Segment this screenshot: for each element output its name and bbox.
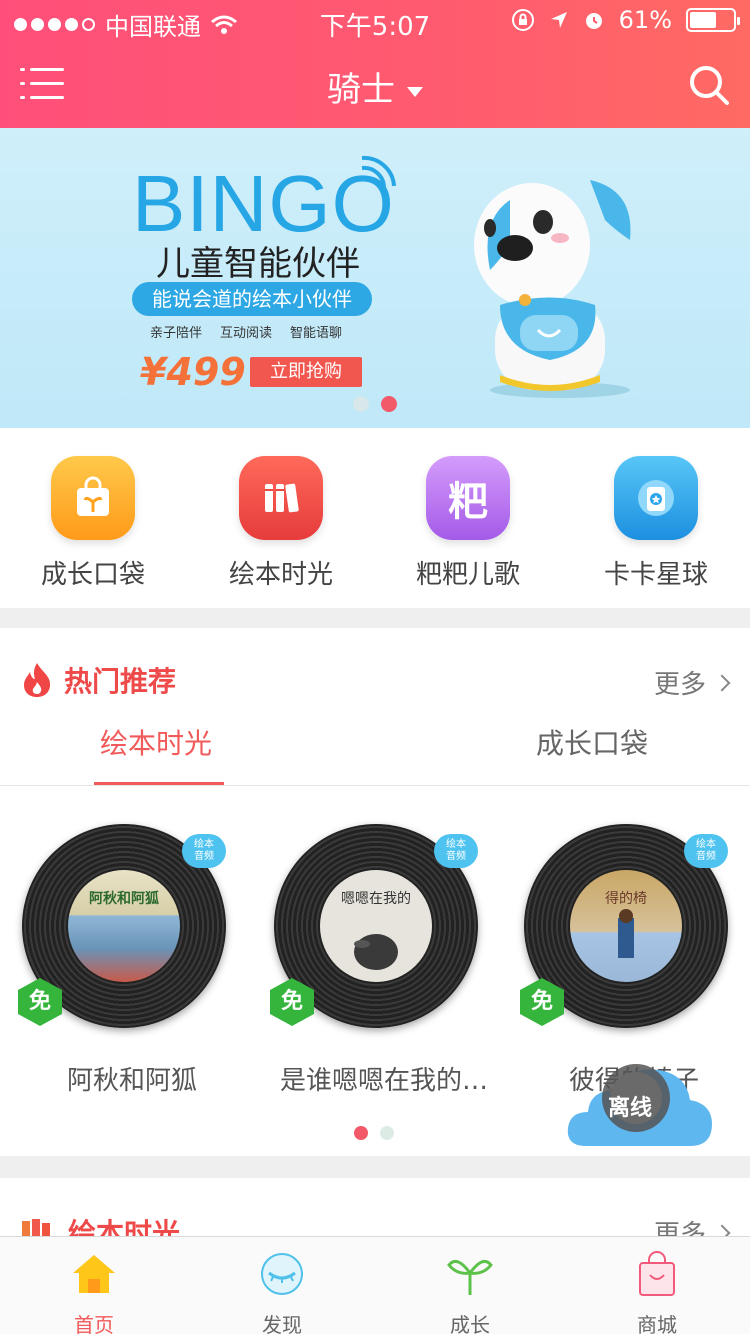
shopping-bag-sprout-icon <box>51 456 135 540</box>
tab-growth[interactable]: 成长 <box>410 1251 530 1334</box>
card-star-icon <box>614 456 698 540</box>
book-cover: 阿秋和阿狐 <box>68 870 180 982</box>
pager-dot-active[interactable] <box>381 396 397 412</box>
status-bar: 中国联通 下午5:07 61% <box>0 0 750 42</box>
child-illustration <box>618 909 634 958</box>
offline-label: 离线 <box>608 1096 653 1121</box>
tab-picture-books[interactable]: 绘本时光 <box>100 722 212 762</box>
pager-dot[interactable] <box>353 396 369 412</box>
ba-character-icon: 粑 <box>426 456 510 540</box>
battery-percent: 61% <box>618 6 672 34</box>
signal-arcs-icon <box>361 155 396 189</box>
rotation-lock-icon <box>511 9 534 31</box>
quick-entry-growth-pocket[interactable]: 成长口袋 <box>23 456 163 591</box>
tab-label: 发现 <box>262 1313 302 1334</box>
quick-entries: 成长口袋 绘本时光 粑 粑粑儿歌 卡卡星球 <box>0 428 750 608</box>
nav-title-label: 骑士 <box>327 70 395 110</box>
tab-label: 首页 <box>74 1313 114 1334</box>
sprout-icon <box>447 1259 493 1295</box>
banner-pill: 能说会道的绘本小伙伴 <box>132 282 372 316</box>
quick-entry-label: 粑粑儿歌 <box>415 560 520 590</box>
tab-shop[interactable]: 商城 <box>597 1251 717 1334</box>
audio-bubble-badge: 绘本 音频 <box>182 834 226 868</box>
chevron-right-icon <box>713 674 731 691</box>
book-cover: 嗯嗯在我的 <box>320 870 432 982</box>
search-icon[interactable] <box>688 64 730 106</box>
banner-subtitle: 儿童智能伙伴 <box>156 244 360 284</box>
navbar: 骑士 <box>0 40 750 128</box>
banner-tags: 亲子陪伴 互动阅读 智能语聊 <box>150 322 342 341</box>
shop-bag-icon <box>639 1251 675 1296</box>
section-title: 热门推荐 <box>64 665 177 698</box>
section-header: 热门推荐 <box>22 660 176 700</box>
header: 中国联通 下午5:07 61% 骑士 <box>0 0 750 128</box>
battery-icon <box>686 8 740 32</box>
more-link[interactable]: 更多 <box>653 664 731 701</box>
books-icon <box>239 456 323 540</box>
cover-text: 嗯嗯在我的 <box>341 891 411 907</box>
banner-pager <box>353 396 397 412</box>
category-tabs: 绘本时光 成长口袋 <box>0 708 750 786</box>
banner-tag: 互动阅读 <box>220 326 273 341</box>
alarm-icon <box>585 13 602 29</box>
quick-entry-label: 绘本时光 <box>228 560 333 590</box>
quick-entry-label: 卡卡星球 <box>603 560 708 590</box>
cover-text: 得的椅 <box>605 891 647 907</box>
quick-entry-nursery-rhymes[interactable]: 粑 粑粑儿歌 <box>398 456 538 591</box>
more-label: 更多 <box>653 670 706 700</box>
location-arrow-icon <box>550 12 567 28</box>
banner-price: ¥499 <box>140 350 246 394</box>
offline-floating-button[interactable]: 离线 <box>566 1060 714 1152</box>
pager-dot[interactable] <box>380 1126 394 1140</box>
home-icon <box>73 1255 115 1293</box>
ba-glyph: 粑 <box>448 479 488 525</box>
audio-bubble-badge: 绘本 音频 <box>434 834 478 868</box>
discover-eye-icon <box>261 1253 303 1295</box>
quick-entry-card-planet[interactable]: 卡卡星球 <box>586 456 726 591</box>
buy-now-button[interactable]: 立即抢购 <box>250 357 362 387</box>
robot-dog-image <box>474 180 631 398</box>
caret-down-icon <box>407 86 423 97</box>
tab-label: 成长 <box>450 1313 490 1334</box>
app-root: 中国联通 下午5:07 61% 骑士 BINGO 儿童智能伙伴 能说会道的绘本小… <box>0 0 750 1334</box>
tab-growth-pocket[interactable]: 成长口袋 <box>536 722 648 762</box>
banner-tag: 智能语聊 <box>290 326 343 341</box>
record-pager <box>354 1126 394 1140</box>
active-tab-indicator <box>94 782 224 785</box>
status-right: 61% <box>511 6 740 34</box>
flame-icon <box>24 663 51 697</box>
mole-illustration <box>354 934 398 970</box>
audio-bubble-badge: 绘本 音频 <box>684 834 728 868</box>
tab-label: 商城 <box>637 1313 677 1334</box>
tab-home[interactable]: 首页 <box>34 1251 154 1334</box>
promo-banner[interactable]: BINGO 儿童智能伙伴 能说会道的绘本小伙伴 亲子陪伴 互动阅读 智能语聊 ¥… <box>0 128 750 428</box>
tab-discover[interactable]: 发现 <box>222 1251 342 1334</box>
pager-dot-active[interactable] <box>354 1126 368 1140</box>
cover-text: 阿秋和阿狐 <box>89 891 159 907</box>
record-title: 是谁嗯嗯在我的… <box>279 1066 488 1096</box>
bottom-tab-bar: 首页 发现 成长 商城 <box>0 1236 750 1334</box>
banner-tag: 亲子陪伴 <box>150 326 203 341</box>
book-cover: 得的椅 <box>570 870 682 982</box>
quick-entry-label: 成长口袋 <box>40 560 145 590</box>
record-title: 阿秋和阿狐 <box>66 1066 197 1096</box>
nav-title-selector[interactable]: 骑士 <box>0 62 750 111</box>
quick-entry-picture-books[interactable]: 绘本时光 <box>211 456 351 591</box>
